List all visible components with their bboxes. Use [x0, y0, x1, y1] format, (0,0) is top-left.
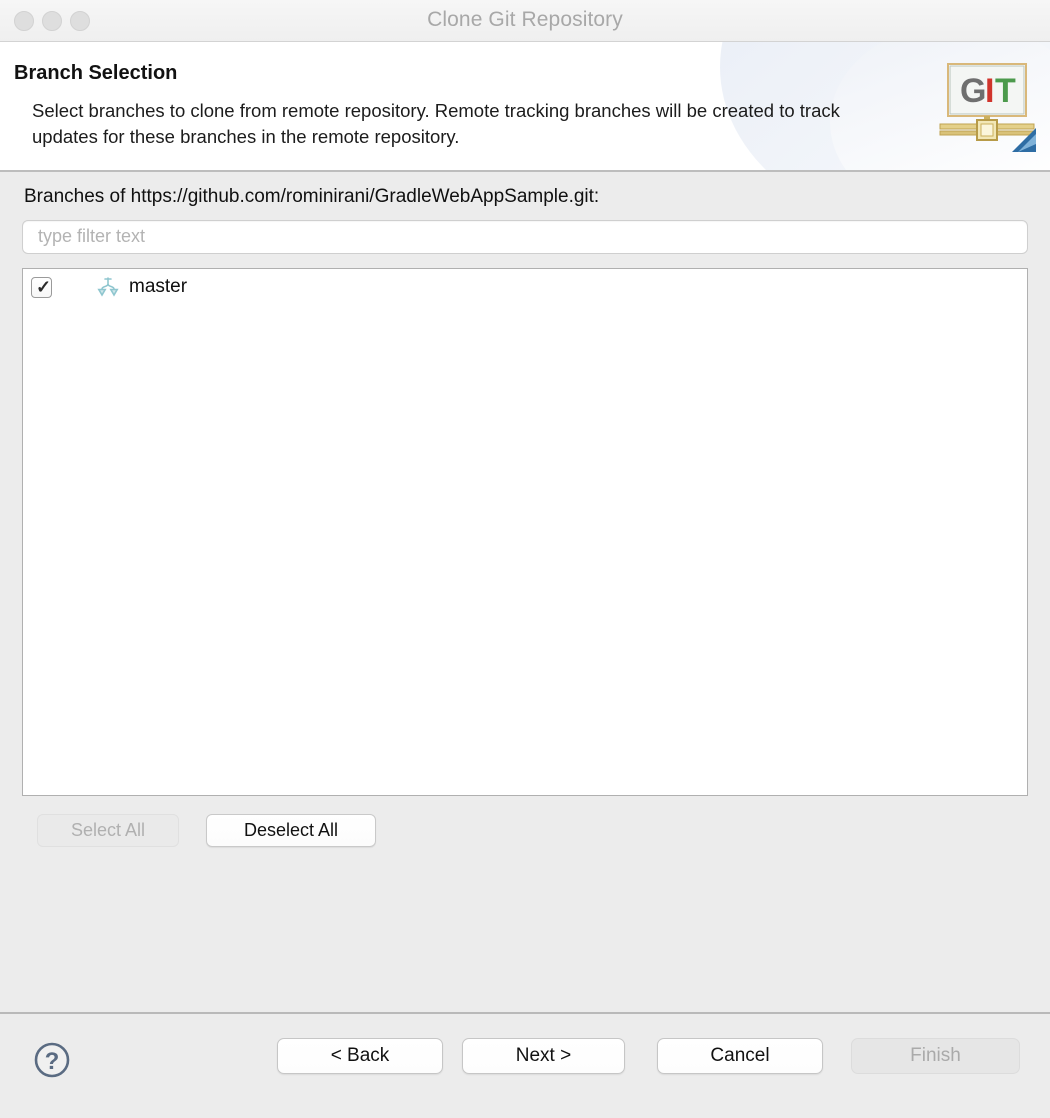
search-input[interactable]: type filter text — [22, 220, 1028, 254]
finish-button[interactable]: Finish — [851, 1038, 1020, 1074]
wizard-footer: ? < Back Next > Cancel Finish — [0, 1014, 1050, 1116]
svg-text:I: I — [985, 72, 994, 110]
cancel-button[interactable]: Cancel — [657, 1038, 823, 1074]
title-bar: Clone Git Repository — [0, 0, 1050, 42]
help-question-icon[interactable]: ? — [32, 1040, 72, 1080]
branch-checkbox[interactable]: ✓ — [31, 276, 52, 298]
git-logo-icon: G I T — [939, 63, 1036, 152]
page-description: Select branches to clone from remote rep… — [32, 100, 840, 147]
branches-tree[interactable]: ✓ master — [22, 268, 1028, 796]
branch-name: master — [129, 276, 188, 297]
table-row[interactable]: ✓ master — [23, 269, 1027, 305]
deselect-all-button[interactable]: Deselect All — [206, 814, 376, 847]
branches-label: Branches of https://github.com/rominiran… — [24, 186, 600, 207]
svg-text:?: ? — [45, 1048, 60, 1075]
branch-icon — [97, 277, 119, 297]
next-button[interactable]: Next > — [462, 1038, 625, 1074]
wizard-banner: Branch Selection Select branches to clon… — [0, 42, 1050, 172]
checkmark-icon: ✓ — [36, 276, 52, 297]
clone-git-repository-dialog: Clone Git Repository Branch Selection Se… — [0, 0, 1050, 1118]
page-title: Branch Selection — [14, 62, 178, 84]
svg-text:G: G — [960, 72, 986, 110]
back-button[interactable]: < Back — [277, 1038, 443, 1074]
svg-text:T: T — [995, 72, 1016, 110]
search-input-placeholder: type filter text — [38, 226, 146, 246]
select-all-button[interactable]: Select All — [37, 814, 179, 847]
window-title: Clone Git Repository — [427, 8, 623, 31]
wizard-content: Branches of https://github.com/rominiran… — [0, 172, 1050, 1014]
